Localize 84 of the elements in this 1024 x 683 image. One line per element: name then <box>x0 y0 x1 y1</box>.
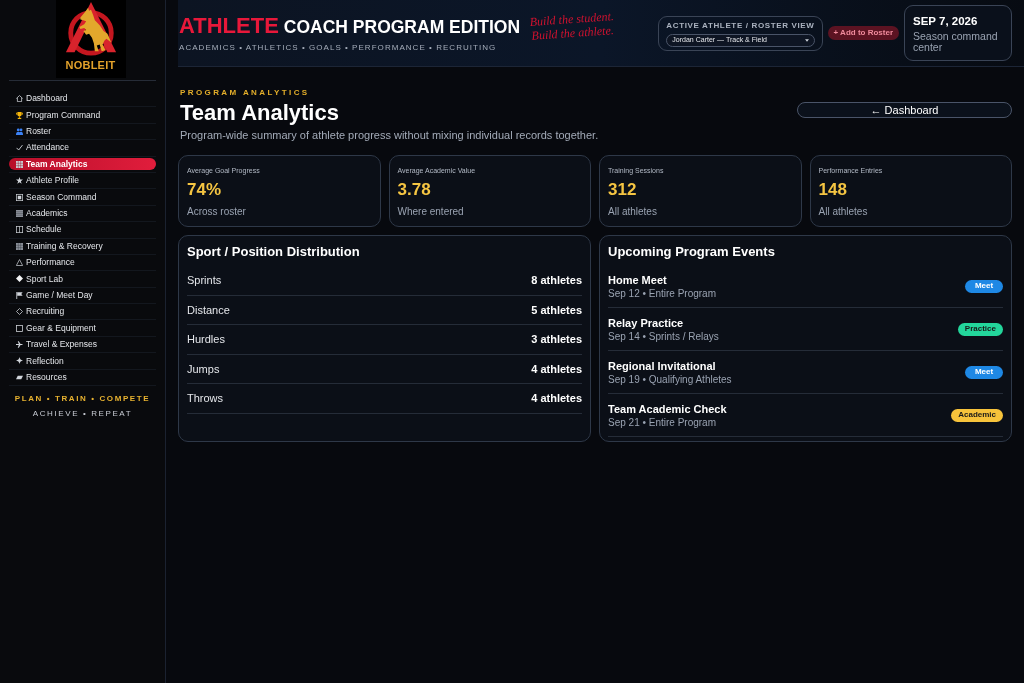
check-icon <box>16 144 23 152</box>
sidebar-item[interactable]: Athlete Profile <box>9 174 156 187</box>
sparkle-icon <box>16 357 23 365</box>
position-label: Hurdles <box>187 332 225 348</box>
tagline-text: Build the student. Build the athlete. <box>529 9 616 43</box>
sidebar-item[interactable]: Sport Lab <box>9 273 156 285</box>
motto-text: ACHIEVE • REPEAT <box>32 408 133 421</box>
sidebar-item[interactable]: Attendance <box>9 141 156 154</box>
parallelogram-icon <box>16 373 23 381</box>
grid-icon <box>16 242 23 250</box>
brand-subtitle: ACADEMICS • ATHLETICS • GOALS • PERFORMANCE • RECRUITING <box>179 42 498 53</box>
stat-note: All athletes <box>818 206 869 218</box>
trophy-icon <box>16 111 23 119</box>
position-label: Throws <box>187 391 224 407</box>
diamond-icon <box>16 275 23 283</box>
event-tag: Practice <box>957 322 1003 336</box>
eyebrow-text: PROGRAM ANALYTICS <box>180 88 311 98</box>
grid-icon <box>16 160 23 168</box>
logo-text: NOBLEIT <box>65 58 116 72</box>
position-label: Distance <box>187 302 230 318</box>
lined-square-icon <box>16 209 23 217</box>
brand-title: COACH PROGRAM EDITION <box>283 15 521 38</box>
sidebar-item[interactable]: Season Command <box>9 191 156 204</box>
flag-icon <box>16 291 23 299</box>
athlete-count: 4 athletes <box>531 361 582 377</box>
caret-icon <box>804 38 809 42</box>
event-title: Relay Practice <box>608 315 685 330</box>
add-to-roster-button[interactable]: + Add to Roster <box>827 26 899 40</box>
sidebar-item[interactable]: Game / Meet Day <box>9 289 156 302</box>
sidebar-item[interactable]: Gear & Equipment <box>9 322 156 335</box>
sidebar-item[interactable]: Academics <box>9 207 156 220</box>
stat-value: 3.78 <box>397 180 432 200</box>
brand-title-accent: ATHLETE <box>179 13 279 38</box>
roster-label: ACTIVE ATHLETE / ROSTER VIEW <box>666 20 815 31</box>
stat-note: All athletes <box>608 206 658 218</box>
date-note: Season command center <box>913 31 999 53</box>
event-detail: Sep 21 • Entire Program <box>608 415 717 429</box>
athlete-count: 8 athletes <box>531 273 582 289</box>
sidebar-item[interactable]: Roster <box>9 125 156 138</box>
plane-icon <box>16 341 23 349</box>
position-label: Sprints <box>187 273 222 289</box>
page-description: Program-wide summary of athlete progress without mixing individual records together. <box>180 128 599 142</box>
sidebar-item[interactable]: Reflection <box>9 354 156 367</box>
sidebar-item[interactable]: Program Command <box>9 109 156 122</box>
event-detail: Sep 14 • Sprints / Relays <box>608 329 719 343</box>
athlete-count: 3 athletes <box>531 332 582 348</box>
stat-value: 74% <box>187 180 223 200</box>
sidebar-item[interactable]: Travel & Expenses <box>9 338 156 351</box>
event-tag: Meet <box>965 279 1003 293</box>
triangle-icon <box>16 259 23 267</box>
panel-title: Sport / Position Distribution <box>187 244 361 260</box>
panel-title: Upcoming Program Events <box>608 244 776 260</box>
framed-square-icon <box>16 193 23 201</box>
sidebar-item[interactable]: Recruiting <box>9 305 156 318</box>
athlete-count: 4 athletes <box>531 391 582 407</box>
diamond-outline-icon <box>16 308 23 316</box>
event-tag: Academic <box>951 408 1003 422</box>
event-title: Home Meet <box>608 272 668 287</box>
event-title: Regional Invitational <box>608 358 717 373</box>
stat-note: Where entered <box>397 206 465 218</box>
star-icon <box>16 177 23 185</box>
sidebar-item[interactable]: Schedule <box>9 223 156 236</box>
date-text: SEP 7, 2026 <box>913 14 979 28</box>
stat-value: 148 <box>818 180 848 200</box>
sidebar-item[interactable]: Dashboard <box>9 92 156 105</box>
back-to-dashboard-button[interactable]: ← Dashboard <box>797 102 1012 118</box>
people-icon <box>16 127 23 135</box>
home-icon <box>16 95 23 103</box>
page-title: Team Analytics <box>180 99 340 127</box>
sidebar-item[interactable]: Resources <box>9 371 156 384</box>
sidebar-item[interactable]: Performance <box>9 256 156 269</box>
motto-text: PLAN • TRAIN • COMPETE <box>14 393 151 406</box>
columns-icon <box>16 226 23 234</box>
square-outline-icon <box>16 324 23 332</box>
sidebar-item[interactable]: Team Analytics <box>9 158 156 171</box>
event-detail: Sep 19 • Qualifying Athletes <box>608 372 732 386</box>
event-detail: Sep 12 • Entire Program <box>608 286 716 300</box>
stat-value: 312 <box>608 180 638 200</box>
sidebar-item[interactable]: Training & Recovery <box>9 240 156 253</box>
stat-note: Across roster <box>187 206 247 218</box>
athlete-count: 5 athletes <box>531 302 582 318</box>
event-title: Team Academic Check <box>608 401 727 416</box>
event-tag: Meet <box>965 365 1003 379</box>
position-label: Jumps <box>187 361 220 377</box>
